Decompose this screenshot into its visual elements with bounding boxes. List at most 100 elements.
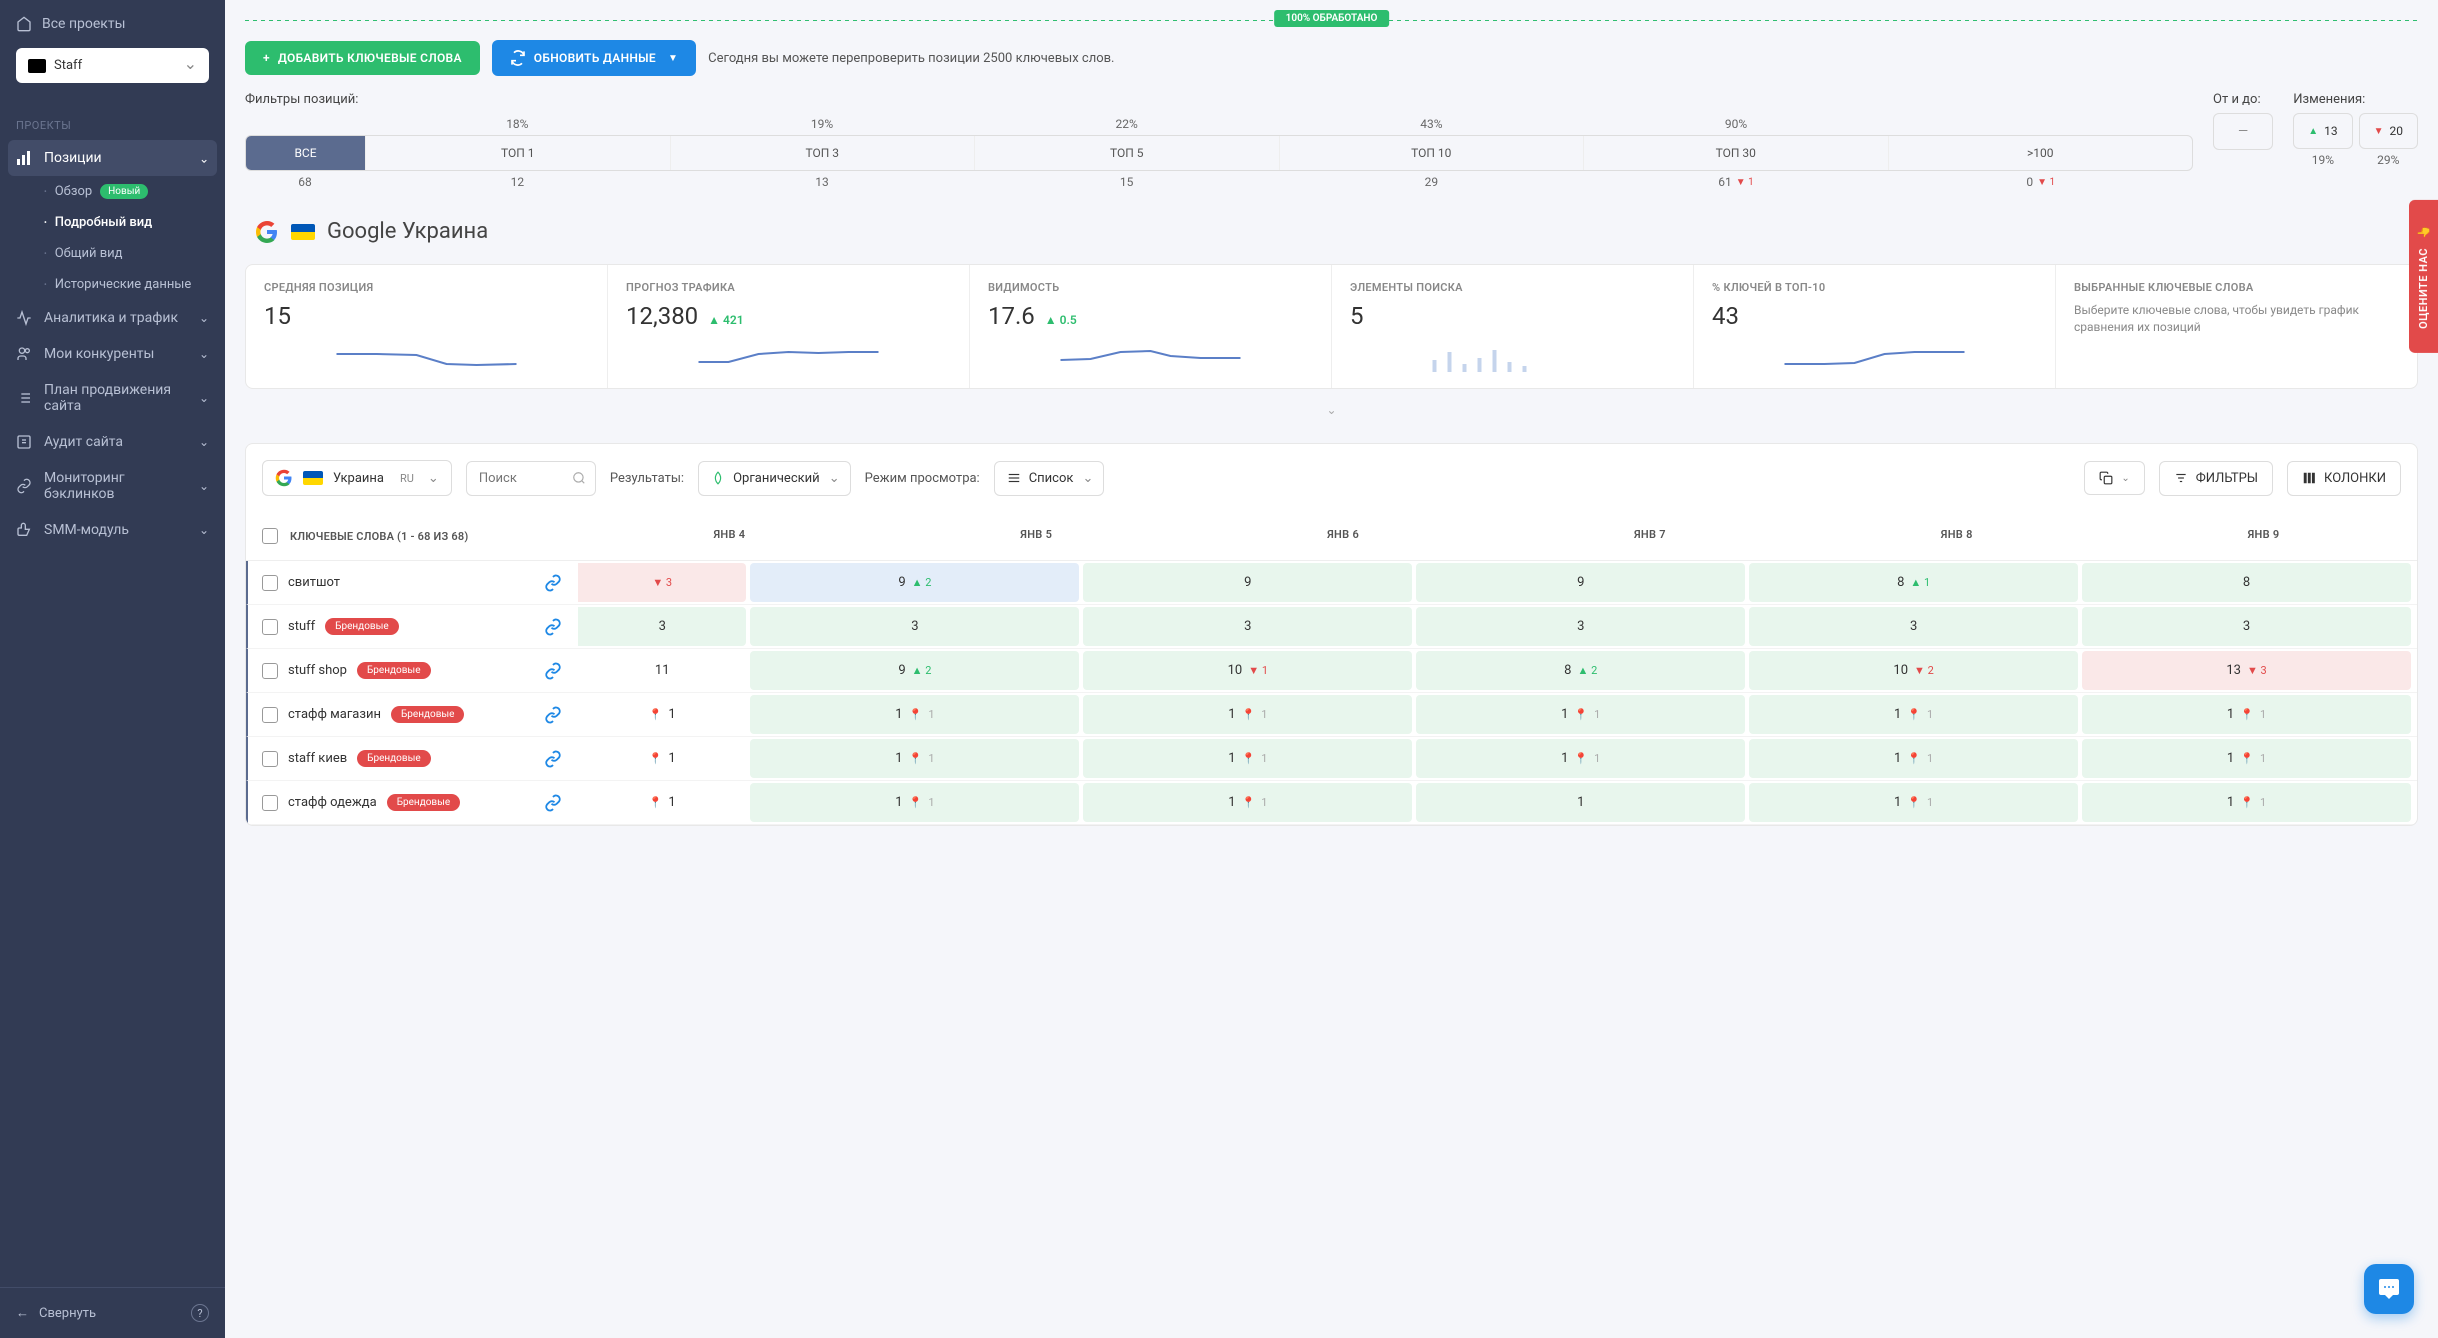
- range-input[interactable]: —: [2213, 113, 2273, 150]
- position-cell[interactable]: 3: [2082, 607, 2411, 646]
- columns-button[interactable]: КОЛОНКИ: [2287, 461, 2401, 496]
- position-cell[interactable]: 1 📍1: [750, 739, 1079, 778]
- nav-analytics[interactable]: Аналитика и трафик ⌄: [0, 300, 225, 336]
- sub-historical[interactable]: Исторические данные: [28, 269, 225, 300]
- position-cell[interactable]: 3: [1749, 607, 2078, 646]
- columns-icon: [2302, 471, 2316, 485]
- filters-button[interactable]: ФИЛЬТРЫ: [2159, 461, 2273, 496]
- position-cell[interactable]: 📍1: [578, 739, 746, 778]
- position-cell[interactable]: 1 📍1: [2082, 695, 2411, 734]
- help-icon[interactable]: ?: [191, 1304, 209, 1322]
- filter-tab->100[interactable]: >100: [1889, 136, 2193, 170]
- view-mode-select[interactable]: Список: [994, 461, 1105, 496]
- position-cell[interactable]: 9: [1083, 563, 1412, 602]
- position-cell[interactable]: 📍1: [578, 695, 746, 734]
- stat-card[interactable]: ВЫБРАННЫЕ КЛЮЧЕВЫЕ СЛОВАВыберите ключевы…: [2056, 265, 2417, 388]
- position-cell[interactable]: 1 📍1: [750, 783, 1079, 822]
- position-cell[interactable]: 1 📍1: [1083, 695, 1412, 734]
- row-checkbox[interactable]: [262, 751, 278, 767]
- nav-audit[interactable]: Аудит сайта ⌄: [0, 424, 225, 460]
- search-icon[interactable]: [572, 471, 586, 485]
- refresh-data-button[interactable]: ОБНОВИТЬ ДАННЫЕ ▼: [492, 40, 696, 76]
- position-cell[interactable]: 1 📍1: [2082, 783, 2411, 822]
- all-projects-link[interactable]: Все проекты: [16, 16, 209, 32]
- stat-card[interactable]: % КЛЮЧЕЙ В ТОП-1043: [1694, 265, 2056, 388]
- stat-card[interactable]: ВИДИМОСТЬ17.6 ▲ 0.5: [970, 265, 1332, 388]
- position-cell[interactable]: 1 📍1: [1083, 783, 1412, 822]
- collapse-sidebar-button[interactable]: ← Свернуть: [16, 1305, 181, 1321]
- nav-backlinks[interactable]: Мониторинг бэклинков ⌄: [0, 460, 225, 512]
- filter-tab-ТОП 3[interactable]: ТОП 3: [671, 136, 976, 170]
- position-cell[interactable]: 1 📍1: [750, 695, 1079, 734]
- feedback-tab[interactable]: ОЦЕНИТЕ НАС 👉: [2409, 200, 2438, 353]
- country-select[interactable]: Украина RU ⌄: [262, 460, 452, 496]
- stat-card[interactable]: ПРОГНОЗ ТРАФИКА12,380 ▲ 421: [608, 265, 970, 388]
- position-cell[interactable]: 3: [750, 607, 1079, 646]
- position-cell[interactable]: 1 📍1: [1749, 783, 2078, 822]
- position-cell[interactable]: 8 ▲ 1: [1749, 563, 2078, 602]
- nav-positions[interactable]: Позиции ⌃: [8, 140, 217, 176]
- position-cell[interactable]: 8 ▲ 2: [1416, 651, 1745, 690]
- row-checkbox[interactable]: [262, 619, 278, 635]
- position-cell[interactable]: 8: [2082, 563, 2411, 602]
- position-cell[interactable]: 13 ▼ 3: [2082, 651, 2411, 690]
- row-checkbox[interactable]: [262, 663, 278, 679]
- add-keywords-button[interactable]: + ДОБАВИТЬ КЛЮЧЕВЫЕ СЛОВА: [245, 41, 480, 75]
- row-checkbox[interactable]: [262, 795, 278, 811]
- nav-plan[interactable]: План продвижения сайта ⌄: [0, 372, 225, 424]
- table-row: стафф магазинБрендовые📍11 📍11 📍11 📍11 📍1…: [246, 693, 2417, 737]
- position-cell[interactable]: 1: [1416, 783, 1745, 822]
- filter-tab-ТОП 5[interactable]: ТОП 5: [975, 136, 1280, 170]
- position-cell[interactable]: 10 ▼ 1: [1083, 651, 1412, 690]
- position-cell[interactable]: 3: [1083, 607, 1412, 646]
- position-cell[interactable]: 1 📍1: [2082, 739, 2411, 778]
- chat-button[interactable]: [2364, 1264, 2414, 1314]
- copy-button[interactable]: ⌄: [2084, 461, 2144, 495]
- sub-overview[interactable]: Обзор Новый: [28, 176, 225, 207]
- link-icon[interactable]: [544, 662, 562, 680]
- position-cell[interactable]: 1 📍1: [1749, 739, 2078, 778]
- expand-stats-button[interactable]: ⌄: [245, 397, 2418, 423]
- date-column-header[interactable]: ЯНВ 4: [576, 528, 883, 544]
- date-column-header[interactable]: ЯНВ 8: [1803, 528, 2110, 544]
- position-cell[interactable]: 9 ▲ 2: [750, 651, 1079, 690]
- changes-up-pill[interactable]: ▲ 13: [2293, 113, 2352, 149]
- position-cell[interactable]: 10 ▼ 2: [1749, 651, 2078, 690]
- position-cell[interactable]: 1 📍1: [1083, 739, 1412, 778]
- filter-tab-ТОП 30[interactable]: ТОП 30: [1584, 136, 1889, 170]
- results-select[interactable]: Органический: [698, 461, 851, 496]
- sub-detailed[interactable]: Подробный вид: [28, 207, 225, 238]
- filter-tab-ТОП 10[interactable]: ТОП 10: [1280, 136, 1585, 170]
- position-cell[interactable]: ▼ 3: [578, 563, 746, 602]
- sub-general[interactable]: Общий вид: [28, 238, 225, 269]
- position-cell[interactable]: 3: [1416, 607, 1745, 646]
- changes-down-pill[interactable]: ▼ 20: [2359, 113, 2418, 149]
- select-all-checkbox[interactable]: [262, 528, 278, 544]
- stat-card[interactable]: ЭЛЕМЕНТЫ ПОИСКА5: [1332, 265, 1694, 388]
- nav-competitors[interactable]: Мои конкуренты ⌄: [0, 336, 225, 372]
- date-column-header[interactable]: ЯНВ 5: [883, 528, 1190, 544]
- position-cell[interactable]: 11: [578, 651, 746, 690]
- project-select[interactable]: Staff: [16, 48, 209, 83]
- date-column-header[interactable]: ЯНВ 6: [1190, 528, 1497, 544]
- filter-tab-ВСЕ[interactable]: ВСЕ: [246, 136, 366, 170]
- filter-tab-ТОП 1[interactable]: ТОП 1: [366, 136, 671, 170]
- position-cell[interactable]: 📍1: [578, 783, 746, 822]
- link-icon[interactable]: [544, 794, 562, 812]
- position-cell[interactable]: 1 📍1: [1749, 695, 2078, 734]
- link-icon[interactable]: [544, 574, 562, 592]
- date-column-header[interactable]: ЯНВ 9: [2110, 528, 2417, 544]
- position-cell[interactable]: 1 📍1: [1416, 695, 1745, 734]
- position-cell[interactable]: 9: [1416, 563, 1745, 602]
- link-icon[interactable]: [544, 750, 562, 768]
- stat-card[interactable]: СРЕДНЯЯ ПОЗИЦИЯ15: [246, 265, 608, 388]
- position-cell[interactable]: 9 ▲ 2: [750, 563, 1079, 602]
- link-icon[interactable]: [544, 706, 562, 724]
- nav-smm[interactable]: SMM-модуль ⌄: [0, 512, 225, 548]
- row-checkbox[interactable]: [262, 707, 278, 723]
- position-cell[interactable]: 3: [578, 607, 746, 646]
- link-icon[interactable]: [544, 618, 562, 636]
- position-cell[interactable]: 1 📍1: [1416, 739, 1745, 778]
- date-column-header[interactable]: ЯНВ 7: [1496, 528, 1803, 544]
- row-checkbox[interactable]: [262, 575, 278, 591]
